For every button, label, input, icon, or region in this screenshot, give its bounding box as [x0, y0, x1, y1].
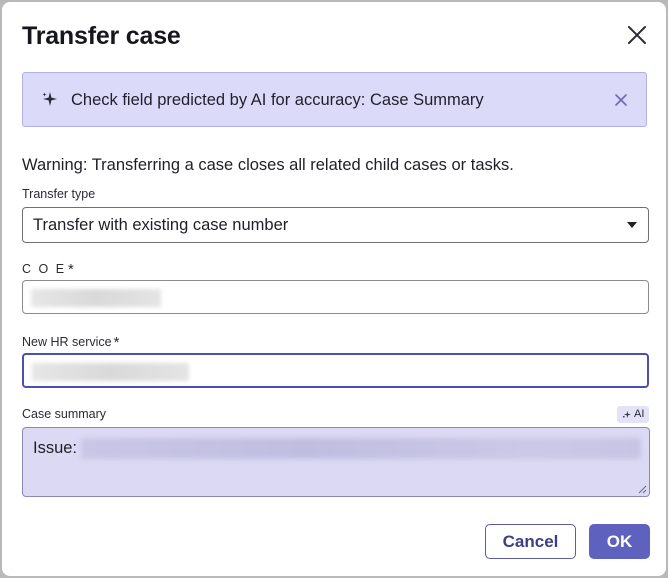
cancel-button[interactable]: Cancel — [485, 524, 576, 559]
hr-service-label-text: New HR service — [22, 335, 112, 349]
required-asterisk-icon: * — [113, 334, 120, 351]
transfer-type-value: Transfer with existing case number — [33, 216, 289, 234]
hr-service-label: New HR service * — [22, 333, 120, 351]
coe-label-text: C O E — [22, 262, 67, 276]
close-icon — [628, 26, 646, 44]
ok-button[interactable]: OK — [589, 524, 650, 559]
required-asterisk-icon: * — [68, 261, 76, 278]
transfer-type-select[interactable]: Transfer with existing case number — [22, 207, 649, 243]
close-icon — [615, 94, 627, 106]
ai-badge-text: AI — [634, 408, 645, 420]
resize-grip-icon[interactable] — [637, 484, 647, 494]
hr-service-input[interactable] — [22, 353, 649, 388]
case-summary-prefix: Issue: — [33, 439, 78, 457]
ai-prediction-banner: Check field predicted by AI for accuracy… — [22, 72, 647, 127]
ai-sparkle-icon — [622, 410, 631, 419]
case-summary-textarea[interactable]: Issue: — [22, 427, 650, 497]
transfer-type-label: Transfer type — [22, 187, 96, 201]
ai-badge[interactable]: AI — [617, 406, 649, 423]
banner-message: Check field predicted by AI for accuracy… — [71, 91, 484, 109]
case-summary-label: Case summary — [22, 407, 107, 421]
caret-down-icon — [627, 222, 637, 228]
close-button[interactable] — [622, 20, 652, 50]
transfer-warning: Warning: Transferring a case closes all … — [22, 156, 514, 174]
transfer-case-dialog: Transfer case Check field predicted by A… — [2, 2, 666, 576]
ai-sparkle-icon — [42, 92, 57, 106]
dialog-title: Transfer case — [22, 22, 181, 50]
redacted-value — [31, 289, 161, 307]
coe-label: C O E * — [22, 260, 76, 278]
redacted-value — [81, 438, 641, 459]
redacted-value — [32, 363, 189, 381]
banner-dismiss-button[interactable] — [611, 90, 631, 110]
coe-input[interactable] — [22, 280, 649, 314]
